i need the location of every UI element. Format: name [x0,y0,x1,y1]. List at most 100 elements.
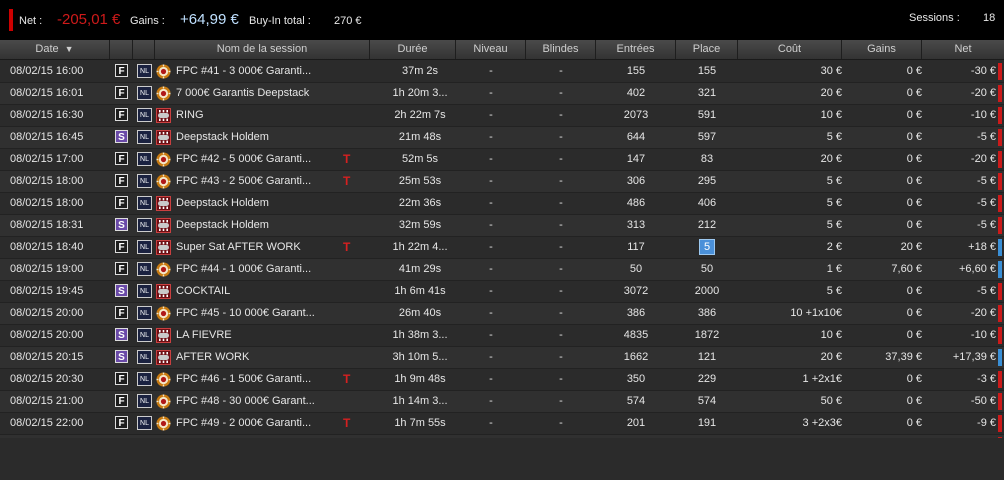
place-cell: 121 [676,347,738,368]
blinds-cell: - [559,109,563,121]
table-row[interactable]: 08/02/15 16:00 F NL FPC #41 - 3 000€ Garant… [0,61,1004,83]
table-row[interactable]: 08/02/15 16:45 S NL Deepstack Holdem 21m 48s… [0,127,1004,149]
level-cell: - [489,197,493,209]
net-cell: -10 € [970,329,996,341]
blinds-cell: - [559,307,563,319]
blinds-cell: - [559,197,563,209]
place-cell: 574 [676,391,738,412]
table-row[interactable]: 08/02/15 18:00 F NL FPC #43 - 2 500€ Garant… [0,171,1004,193]
date-cell: 08/02/15 19:45 [10,285,84,297]
sitngo-table-icon [156,328,171,343]
result-bar [998,129,1002,146]
net-cell: -5 € [977,285,996,297]
date-cell: 08/02/15 20:00 [10,307,84,319]
ticket-marker: T [343,416,351,430]
ticket-marker [343,347,353,368]
column-header-date[interactable]: Date ▼ [0,40,110,59]
column-header-niveau[interactable]: Niveau [456,40,526,59]
place-cell: 591 [676,105,738,126]
column-header-type[interactable] [110,40,133,59]
gains-cell: 0 € [906,395,922,407]
duration-cell: 1h 14m 3... [392,395,448,407]
date-cell: 08/02/15 21:00 [10,395,84,407]
level-cell: - [489,87,493,99]
column-header-cout[interactable]: Coût [738,40,842,59]
place-value: 1872 [694,329,720,341]
table-row[interactable]: 08/02/15 16:01 F NL 7 000€ Garantis Deepsta… [0,83,1004,105]
sitngo-table-icon [156,196,171,211]
level-cell: - [489,351,493,363]
table-row[interactable]: 08/02/15 16:30 F NL RING 2h 22m 7s - - 2073 591 1… [0,105,1004,127]
table-row[interactable]: 08/02/15 22:00 F NL FPC #49 - 2 000€ Garant… [0,413,1004,435]
entries-cell: 313 [626,219,646,231]
ticket-marker [343,83,353,104]
cost-cell: 30 € [820,65,842,77]
place-value: 155 [697,65,717,77]
table-row[interactable]: 08/02/15 19:00 F NL FPC #44 - 1 000€ Garant… [0,259,1004,281]
table-row[interactable]: 08/02/15 19:45 S NL COCKTAIL 1h 6m 41s - - 3072… [0,281,1004,303]
sort-down-icon: ▼ [64,44,74,54]
net-label: Net : [19,15,43,27]
column-header-limit[interactable] [133,40,155,59]
gains-cell: 0 € [906,87,922,99]
result-bar [998,195,1002,212]
net-cell: -5 € [977,131,996,143]
blinds-cell: - [559,65,563,77]
entries-cell: 486 [626,197,646,209]
table-row[interactable]: 08/02/15 18:00 F NL Deepstack Holdem 22m 36s… [0,193,1004,215]
table-row[interactable]: 08/02/15 17:00 F NL FPC #42 - 5 000€ Garant… [0,149,1004,171]
level-cell: - [489,153,493,165]
cost-cell: 5 € [826,131,842,143]
column-header-name[interactable]: Nom de la session [155,40,370,59]
column-header-duree[interactable]: Durée [370,40,456,59]
table-row[interactable]: 08/02/15 20:00 F NL FPC #45 - 10 000€ Garan… [0,303,1004,325]
net-cell: -20 € [970,307,996,319]
table-row[interactable]: 08/02/15 20:30 F NL FPC #46 - 1 500€ Garant… [0,369,1004,391]
buyin-value: 270 € [334,15,362,27]
session-name: Super Sat AFTER WORK [176,241,301,253]
place-value: 597 [697,131,717,143]
column-header-gains[interactable]: Gains [842,40,922,59]
duration-cell: 1h 9m 48s [394,373,446,385]
ticket-marker [343,325,353,346]
ticket-marker [343,61,353,82]
gains-value: +64,99 € [180,11,239,28]
duration-cell: 1h 22m 4... [392,241,448,253]
result-bar [998,63,1002,80]
limit-badge: NL [137,394,152,408]
gains-cell: 0 € [906,285,922,297]
session-list: 08/02/15 16:00 F NL FPC #41 - 3 000€ Garant… [0,61,1004,457]
limit-badge: NL [137,130,152,144]
limit-badge: NL [137,86,152,100]
result-bar [998,173,1002,190]
ticket-marker [343,127,353,148]
date-cell: 08/02/15 20:15 [10,351,84,363]
gains-cell: 20 € [900,241,922,253]
session-name: RING [176,109,204,121]
table-row[interactable]: 08/02/15 18:31 S NL Deepstack Holdem 32m 59s… [0,215,1004,237]
session-name: AFTER WORK [176,351,250,363]
gains-cell: 0 € [906,307,922,319]
entries-cell: 644 [626,131,646,143]
place-value: 574 [697,395,717,407]
table-row[interactable]: 08/02/15 20:00 S NL LA FIEVRE 1h 38m 3... - - 4… [0,325,1004,347]
column-header-entrees[interactable]: Entrées [596,40,676,59]
ticket-marker: T [343,174,351,188]
limit-badge: NL [137,64,152,78]
limit-badge: NL [137,350,152,364]
level-cell: - [489,373,493,385]
entries-cell: 386 [626,307,646,319]
net-cell: -50 € [970,395,996,407]
duration-cell: 26m 40s [398,307,442,319]
entries-cell: 306 [626,175,646,187]
column-header-blindes[interactable]: Blindes [526,40,596,59]
table-row[interactable]: 08/02/15 18:40 F NL Super Sat AFTER WORK T 1h… [0,237,1004,259]
date-cell: 08/02/15 18:00 [10,197,84,209]
column-header-net[interactable]: Net [922,40,1004,59]
table-row[interactable]: 08/02/15 20:15 S NL AFTER WORK 3h 10m 5... - -… [0,347,1004,369]
column-header-place[interactable]: Place [676,40,738,59]
duration-cell: 25m 53s [398,175,442,187]
place-value: 50 [700,263,714,275]
cost-cell: 1 +2x1€ [802,373,842,385]
table-row[interactable]: 08/02/15 21:00 F NL FPC #48 - 30 000€ Garan… [0,391,1004,413]
